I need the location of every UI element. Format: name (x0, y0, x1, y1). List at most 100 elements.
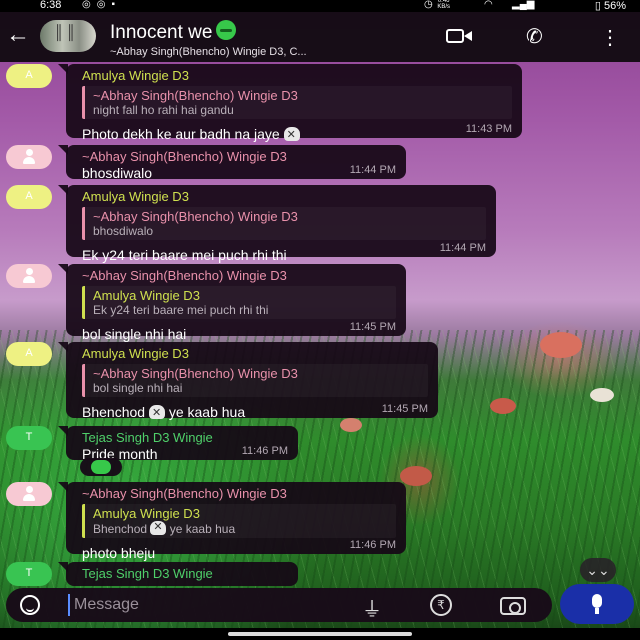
avatar-letter: A (25, 347, 33, 359)
skull-crossbones-emoji-icon (148, 404, 165, 422)
sender-name[interactable]: ~Abhay Singh(Bhencho) Wingie D3 (82, 486, 396, 501)
message-time: 11:45 PM (349, 321, 396, 333)
emoji-icon[interactable] (20, 595, 40, 615)
wallpaper-flower (540, 332, 582, 358)
message-bubble[interactable]: Amulya Wingie D3 ~Abhay Singh(Bhencho) W… (58, 342, 438, 422)
avatar-letter: T (25, 431, 33, 443)
quoted-sender: ~Abhay Singh(Bhencho) Wingie D3 (93, 209, 298, 224)
message-bubble[interactable]: ~Abhay Singh(Bhencho) Wingie D3 bhosdiwa… (58, 145, 406, 181)
avatar-letter: A (25, 190, 33, 202)
message-time: 11:46 PM (241, 445, 288, 457)
message-bubble[interactable]: ~Abhay Singh(Bhencho) Wingie D3 Amulya W… (58, 482, 406, 561)
status-bar: 6:38 ◎◎▪ ◷ 0.46 KB/s ◠ ▂▄▆ ▯ 56% (0, 0, 640, 12)
message-input[interactable] (68, 594, 348, 616)
face-emoji-icon (91, 460, 111, 474)
message-text: Ek y24 teri baare mei puch rhi thi (82, 247, 287, 263)
person-icon (23, 268, 35, 284)
quoted-text-after: ye kaab hua (169, 522, 236, 536)
battery-level: ▯ 56% (594, 0, 626, 12)
avatar-tejas[interactable]: T (6, 426, 52, 450)
avatar-abhay[interactable] (6, 145, 52, 169)
avatar-amulya[interactable]: A (6, 64, 52, 88)
message-bubble[interactable]: Amulya Wingie D3 ~Abhay Singh(Bhencho) W… (58, 185, 496, 263)
message-text: Photo dekh ke aur badh na jaye (82, 125, 512, 144)
message-bubble[interactable]: Amulya Wingie D3 ~Abhay Singh(Bhencho) W… (58, 64, 522, 144)
message-text: Bhenchod ye kaab hua (82, 403, 428, 422)
signal-icon: ▂▄▆ (512, 0, 535, 10)
group-name[interactable]: Innocent we (110, 22, 212, 43)
home-gesture-handle[interactable] (228, 632, 412, 636)
wifi-icon: ◠ (484, 0, 493, 10)
person-icon (23, 486, 35, 502)
back-arrow-icon[interactable]: ← (6, 23, 34, 48)
message-text-after: ye kaab hua (168, 404, 246, 420)
message-bubble[interactable]: Tejas Singh D3 Wingie (58, 562, 298, 586)
voice-message-button[interactable] (560, 584, 634, 624)
sender-name[interactable]: ~Abhay Singh(Bhencho) Wingie D3 (82, 268, 396, 283)
video-call-icon[interactable] (446, 26, 472, 44)
message-time: 11:45 PM (381, 403, 428, 415)
sender-name[interactable]: ~Abhay Singh(Bhencho) Wingie D3 (82, 149, 396, 164)
wallpaper-flower (590, 388, 614, 402)
sender-name[interactable]: Tejas Singh D3 Wingie (82, 430, 288, 445)
message-text-before: Bhenchod (82, 404, 146, 420)
avatar-letter: A (25, 69, 33, 81)
face-emoji-icon (216, 20, 237, 40)
quoted-sender: ~Abhay Singh(Bhencho) Wingie D3 (93, 366, 298, 381)
sender-name[interactable]: Amulya Wingie D3 (82, 346, 428, 361)
group-avatar[interactable]: ║ ║ (40, 20, 96, 52)
payment-rupee-icon[interactable]: ₹ (430, 594, 452, 616)
quoted-message[interactable]: Amulya Wingie D3 Bhenchod ye kaab hua (82, 504, 396, 538)
message-time: 11:46 PM (349, 539, 396, 551)
message-time: 11:44 PM (349, 164, 396, 176)
quoted-text: Bhenchod ye kaab hua (93, 520, 388, 536)
wallpaper-flower (400, 466, 432, 486)
message-input-bar: ⏚ ₹ (6, 588, 552, 622)
avatar-amulya[interactable]: A (6, 342, 52, 366)
camera-icon[interactable] (500, 597, 526, 615)
quoted-message[interactable]: ~Abhay Singh(Bhencho) Wingie D3 bhosdiwa… (82, 207, 486, 240)
quoted-text-before: Bhenchod (93, 522, 148, 536)
message-time: 11:44 PM (439, 242, 486, 254)
quoted-text: bol single nhi hai (93, 381, 183, 395)
more-options-icon[interactable]: ⋮ (600, 25, 620, 50)
person-icon (23, 149, 35, 165)
status-time: 6:38 (40, 0, 62, 11)
message-time: 11:43 PM (465, 123, 512, 135)
notification-icons: ◎◎▪ (82, 0, 121, 10)
skull-emoji-icon (283, 126, 300, 144)
quoted-text: Ek y24 teri baare mei puch rhi thi (93, 303, 269, 317)
sender-name[interactable]: Amulya Wingie D3 (82, 68, 512, 83)
message-text-content: Photo dekh ke aur badh na jaye (82, 126, 280, 142)
quoted-message[interactable]: ~Abhay Singh(Bhencho) Wingie D3 bol sing… (82, 364, 428, 397)
chat-participants[interactable]: ~Abhay Singh(Bhencho) Wingie D3, C... (110, 46, 307, 58)
network-speed: 0.46 KB/s (437, 0, 450, 10)
skull-crossbones-emoji-icon (150, 520, 167, 535)
message-bubble[interactable]: Tejas Singh D3 Wingie Pride month 11:46 … (58, 426, 298, 462)
scroll-down-button[interactable]: ⌄⌄ (580, 558, 616, 582)
quoted-sender: Amulya Wingie D3 (93, 288, 200, 303)
message-reaction[interactable] (80, 458, 122, 476)
avatar-amulya[interactable]: A (6, 185, 52, 209)
voice-call-icon[interactable]: ✆ (526, 24, 543, 49)
quoted-text: bhosdiwalo (93, 224, 154, 238)
avatar-letter: T (25, 567, 33, 579)
alarm-icon: ◷ (424, 0, 433, 10)
message-bubble[interactable]: ~Abhay Singh(Bhencho) Wingie D3 Amulya W… (58, 264, 406, 342)
avatar-abhay[interactable] (6, 482, 52, 506)
sender-name[interactable]: Tejas Singh D3 Wingie (82, 566, 288, 581)
quoted-text: night fall ho rahi hai gandu (93, 103, 234, 117)
system-nav-bar (0, 628, 640, 640)
chat-header: ← ║ ║ Innocent we ~Abhay Singh(Bhencho) W… (0, 12, 640, 62)
quoted-message[interactable]: Amulya Wingie D3 Ek y24 teri baare mei p… (82, 286, 396, 319)
battery-percent: 56% (603, 0, 626, 12)
quoted-sender: Amulya Wingie D3 (93, 506, 200, 521)
attachment-icon[interactable]: ⏚ (362, 593, 382, 622)
avatar-abhay[interactable] (6, 264, 52, 288)
sender-name[interactable]: Amulya Wingie D3 (82, 189, 486, 204)
wallpaper-flower (490, 398, 516, 414)
quoted-sender: ~Abhay Singh(Bhencho) Wingie D3 (93, 88, 298, 103)
quoted-message[interactable]: ~Abhay Singh(Bhencho) Wingie D3 night fa… (82, 86, 512, 119)
avatar-tejas[interactable]: T (6, 562, 52, 586)
chat-title[interactable]: Innocent we (110, 20, 237, 44)
